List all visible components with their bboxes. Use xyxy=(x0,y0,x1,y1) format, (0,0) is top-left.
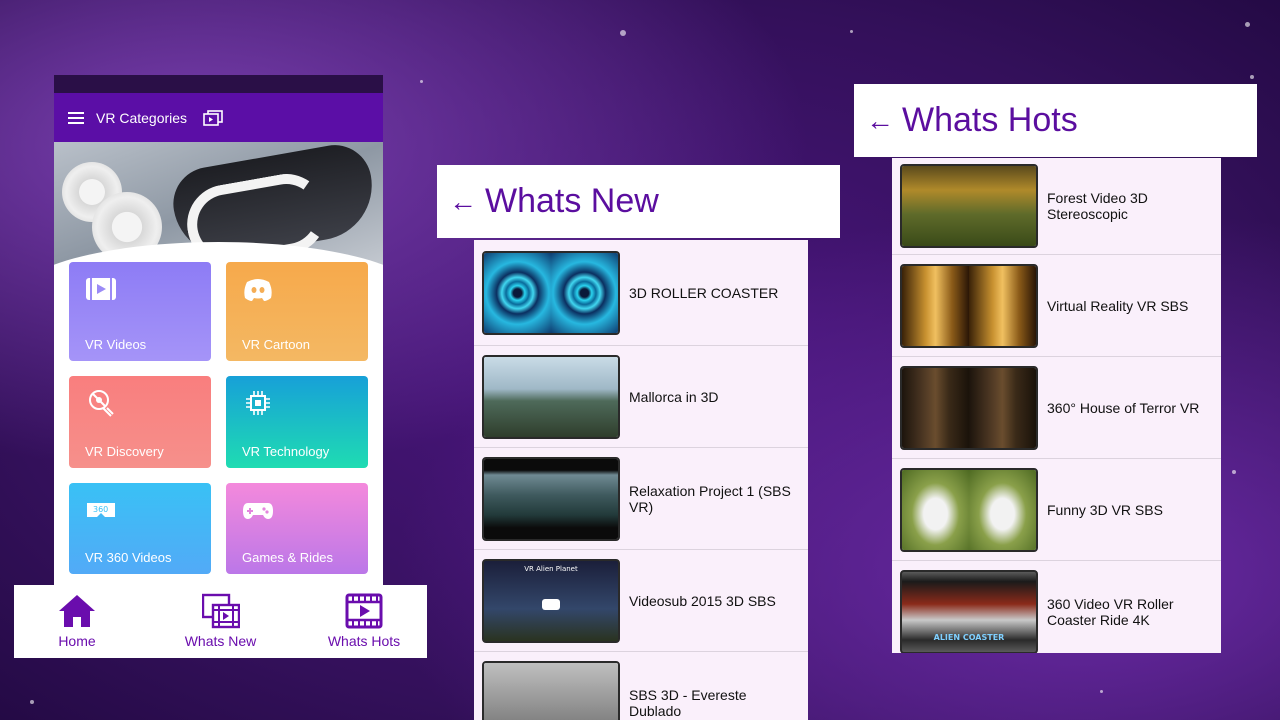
list-item[interactable]: 360° House of Terror VR xyxy=(892,357,1221,459)
video-title: Forest Video 3D Stereoscopic xyxy=(1047,190,1148,222)
discord-icon xyxy=(244,279,272,301)
nav-label: Home xyxy=(58,633,96,649)
categories-screen: VR Categories VR Videos VR Cartoon VR Di… xyxy=(54,75,383,585)
list-item[interactable]: Relaxation Project 1 (SBS VR) xyxy=(474,448,808,550)
back-arrow-icon[interactable]: ← xyxy=(866,106,894,135)
vr-360-icon: 360 xyxy=(87,503,115,517)
nav-item-home[interactable]: Home xyxy=(22,593,132,658)
video-title: Virtual Reality VR SBS xyxy=(1047,297,1189,314)
list-item[interactable]: Mallorca in 3D xyxy=(474,346,808,448)
list-item[interactable]: Virtual Reality VR SBS xyxy=(892,255,1221,357)
bottom-navigation: Home Whats New Whats Hots xyxy=(14,585,427,658)
category-tile-vr-technology[interactable]: VR Technology xyxy=(226,376,368,468)
category-tile-vr-videos[interactable]: VR Videos xyxy=(69,262,211,361)
category-grid: VR Videos VR Cartoon VR Discovery VR Tec… xyxy=(69,262,369,574)
nav-label: Whats New xyxy=(184,633,257,649)
category-tile-games-rides[interactable]: Games & Rides xyxy=(226,483,368,574)
video-title: 360 Video VR Roller Coaster Ride 4K xyxy=(1047,596,1174,628)
video-title: Relaxation Project 1 (SBS VR) xyxy=(629,482,791,515)
video-title: Videosub 2015 3D SBS xyxy=(629,592,776,609)
list-item[interactable]: SBS 3D - Evereste Dublado xyxy=(474,652,808,720)
category-label: VR Technology xyxy=(242,444,330,459)
whats-hots-list: Forest Video 3D Stereoscopic Virtual Rea… xyxy=(892,158,1221,653)
video-thumbnail xyxy=(900,467,1038,552)
video-thumbnail xyxy=(900,263,1038,348)
svg-text:360: 360 xyxy=(93,505,108,514)
category-label: Games & Rides xyxy=(242,550,334,565)
nav-item-whats-new[interactable]: Whats New xyxy=(166,593,276,658)
hamburger-menu-icon[interactable] xyxy=(68,111,84,124)
video-thumbnail xyxy=(482,456,620,541)
nav-item-whats-hots[interactable]: Whats Hots xyxy=(309,593,419,658)
thumbnail-caption: VR Alien Planet xyxy=(524,564,578,573)
thumbnail-caption: ALIEN COASTER xyxy=(933,633,1005,642)
video-title: Funny 3D VR SBS xyxy=(1047,501,1163,518)
list-item[interactable]: VR Alien Planet Videosub 2015 3D SBS xyxy=(474,550,808,652)
video-thumbnail xyxy=(900,365,1038,450)
list-item[interactable]: ALIEN COASTER 360 Video VR Roller Coaste… xyxy=(892,561,1221,653)
list-item[interactable]: Funny 3D VR SBS xyxy=(892,459,1221,561)
category-label: VR Discovery xyxy=(85,444,164,459)
page-title: Whats Hots xyxy=(902,101,1078,139)
video-title: Mallorca in 3D xyxy=(629,388,719,405)
category-tile-vr-discovery[interactable]: VR Discovery xyxy=(69,376,211,468)
app-title: VR Categories xyxy=(96,109,188,126)
video-play-icon xyxy=(86,278,116,300)
category-tile-vr-360-videos[interactable]: 360 VR 360 Videos xyxy=(69,483,211,574)
film-icon xyxy=(201,593,240,629)
list-item[interactable]: Forest Video 3D Stereoscopic xyxy=(892,158,1221,255)
video-thumbnail xyxy=(900,164,1038,248)
video-thumbnail: VR Alien Planet xyxy=(482,558,620,643)
status-bar xyxy=(54,75,383,93)
category-label: VR Videos xyxy=(85,337,147,352)
video-thumbnail: ALIEN COASTER xyxy=(900,570,1038,653)
chip-icon xyxy=(246,391,270,415)
whats-new-list: 3D ROLLER COASTER Mallorca in 3D Relaxat… xyxy=(474,240,808,720)
page-title: Whats New xyxy=(485,182,659,220)
back-arrow-icon[interactable]: ← xyxy=(449,187,477,216)
category-tile-vr-cartoon[interactable]: VR Cartoon xyxy=(226,262,368,361)
video-title: 3D ROLLER COASTER xyxy=(629,284,779,301)
cast-icon[interactable] xyxy=(203,109,223,126)
whats-new-header: ← Whats New xyxy=(437,165,840,238)
home-icon xyxy=(59,595,95,627)
category-label: VR 360 Videos xyxy=(85,550,172,565)
gamepad-icon xyxy=(243,503,273,519)
list-item[interactable]: 3D ROLLER COASTER xyxy=(474,240,808,346)
whats-hots-header: ← Whats Hots xyxy=(854,84,1257,157)
vr-goggles-icon xyxy=(542,598,560,610)
video-thumbnail xyxy=(482,660,620,720)
video-thumbnail xyxy=(482,250,620,335)
category-label: VR Cartoon xyxy=(242,337,310,352)
video-thumbnail xyxy=(482,354,620,439)
play-film-icon xyxy=(345,593,383,629)
satellite-dish-icon xyxy=(89,390,114,417)
video-title: 360° House of Terror VR xyxy=(1047,399,1200,416)
video-title: SBS 3D - Evereste Dublado xyxy=(629,686,747,719)
app-bar: VR Categories xyxy=(54,93,383,142)
nav-label: Whats Hots xyxy=(327,633,401,649)
